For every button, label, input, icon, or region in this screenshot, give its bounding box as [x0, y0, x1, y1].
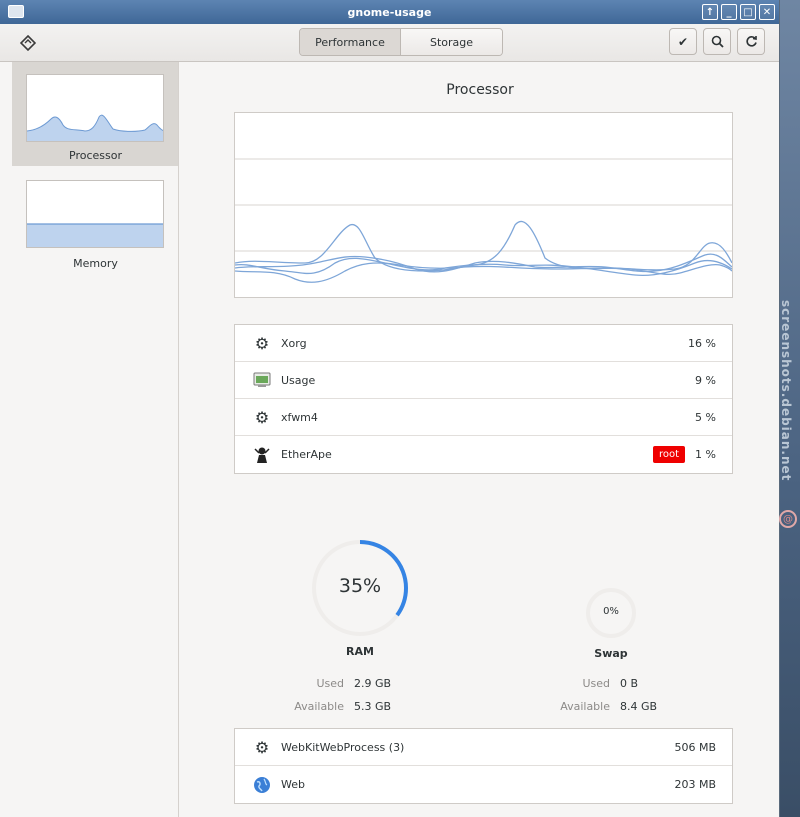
process-list: ⚙ Xorg 16 % Usage 9 % ⚙ xfwm4 5 % EtherA… — [234, 324, 733, 474]
refresh-icon — [745, 36, 757, 47]
swap-used-value: 0 B — [620, 677, 639, 690]
ram-available-value: 5.3 GB — [354, 700, 392, 713]
process-row-web[interactable]: Web 203 MB — [235, 766, 732, 803]
process-name: WebKitWebProcess (3) — [281, 740, 405, 754]
swap-used-row: Used 0 B — [550, 677, 657, 690]
header-actions: ✔ — [669, 28, 765, 55]
ram-available-label: Available — [294, 700, 344, 713]
headerbar: Performance Storage ✔ — [0, 24, 779, 62]
ram-used-value: 2.9 GB — [354, 677, 392, 690]
sidebar: Processor Memory — [12, 62, 179, 817]
process-name: Xorg — [281, 336, 307, 350]
ram-percent: 35% — [338, 575, 382, 597]
close-icon[interactable]: ✕ — [759, 4, 775, 20]
view-switcher: Performance Storage — [299, 28, 503, 56]
swap-stats: Used 0 B Available 8.4 GB — [550, 669, 657, 713]
window-title: gnome-usage — [347, 5, 432, 19]
process-row-xfwm4[interactable]: ⚙ xfwm4 5 % — [235, 399, 732, 436]
swap-percent: 0% — [603, 606, 619, 617]
main-content: Processor ⚙ Xorg 16 % Usage 9 % ⚙ xfwm4 … — [180, 62, 780, 817]
ram-title: RAM — [346, 645, 374, 658]
processor-graph — [234, 112, 733, 298]
swap-available-row: Available 8.4 GB — [550, 700, 657, 713]
swap-available-value: 8.4 GB — [620, 700, 658, 713]
process-value: 9 % — [695, 373, 716, 387]
window-controls: ↑ _ □ ✕ — [702, 4, 775, 20]
tab-performance[interactable]: Performance — [300, 29, 401, 55]
ram-available-row: Available 5.3 GB — [284, 700, 391, 713]
minimize-icon[interactable]: _ — [721, 4, 737, 20]
app-logo-icon[interactable] — [18, 33, 38, 53]
swap-title: Swap — [594, 647, 628, 660]
process-name: Usage — [281, 373, 316, 387]
root-badge: root — [652, 446, 686, 463]
keep-above-icon[interactable]: ↑ — [702, 4, 718, 20]
process-row-xorg[interactable]: ⚙ Xorg 16 % — [235, 325, 732, 362]
page-title: Processor — [446, 82, 514, 98]
watermark-text: screenshots.debian.net — [779, 300, 793, 482]
gears-icon: ⚙ — [254, 737, 270, 757]
swap-available-label: Available — [560, 700, 610, 713]
ram-stats: Used 2.9 GB Available 5.3 GB — [284, 669, 391, 713]
processor-thumbnail-graph — [26, 74, 164, 142]
ram-summary: 35% RAM — [300, 539, 420, 658]
process-value: 5 % — [695, 410, 716, 424]
tab-storage[interactable]: Storage — [401, 29, 502, 55]
process-value: 203 MB — [674, 778, 716, 791]
process-value: 506 MB — [674, 740, 716, 754]
sidebar-item-processor[interactable]: Processor — [12, 62, 178, 166]
process-row-usage[interactable]: Usage 9 % — [235, 362, 732, 399]
process-name: Web — [281, 778, 305, 791]
refresh-button[interactable] — [737, 28, 765, 55]
checkmark-icon: ✔ — [677, 34, 689, 49]
app-window: gnome-usage ↑ _ □ ✕ Performance Storage … — [0, 0, 780, 817]
ram-usage-ring: 35% — [311, 539, 409, 637]
process-row-etherape[interactable]: EtherApe root 1 % — [235, 436, 732, 473]
window-menu-icon[interactable] — [8, 5, 24, 18]
ram-used-row: Used 2.9 GB — [284, 677, 391, 690]
process-value: 1 % — [695, 448, 716, 461]
search-button[interactable] — [703, 28, 731, 55]
maximize-icon[interactable]: □ — [740, 4, 756, 20]
memory-process-list: ⚙ WebKitWebProcess (3) 506 MB Web 203 MB — [234, 728, 733, 804]
gears-icon: ⚙ — [254, 407, 270, 427]
swap-usage-ring: 0% — [585, 587, 637, 639]
swap-used-label: Used — [582, 677, 610, 690]
process-name: EtherApe — [281, 448, 332, 461]
gears-icon: ⚙ — [254, 333, 270, 353]
titlebar[interactable]: gnome-usage ↑ _ □ ✕ — [0, 0, 779, 24]
web-globe-icon — [251, 774, 273, 796]
etherape-icon — [251, 444, 273, 466]
sidebar-item-memory[interactable]: Memory — [12, 166, 178, 276]
process-row-webkitwebprocess[interactable]: ⚙ WebKitWebProcess (3) 506 MB — [235, 729, 732, 766]
sidebar-item-label: Processor — [69, 149, 122, 162]
debian-swirl-icon: @ — [779, 510, 797, 528]
process-value: 16 % — [688, 336, 716, 350]
search-icon — [711, 35, 724, 48]
memory-thumbnail-graph — [26, 180, 164, 248]
select-button[interactable]: ✔ — [669, 28, 697, 55]
process-name: xfwm4 — [281, 410, 318, 424]
sidebar-item-label: Memory — [73, 257, 118, 270]
usage-app-icon — [251, 369, 273, 391]
ram-used-label: Used — [316, 677, 344, 690]
swap-summary: 0% Swap — [561, 587, 661, 660]
